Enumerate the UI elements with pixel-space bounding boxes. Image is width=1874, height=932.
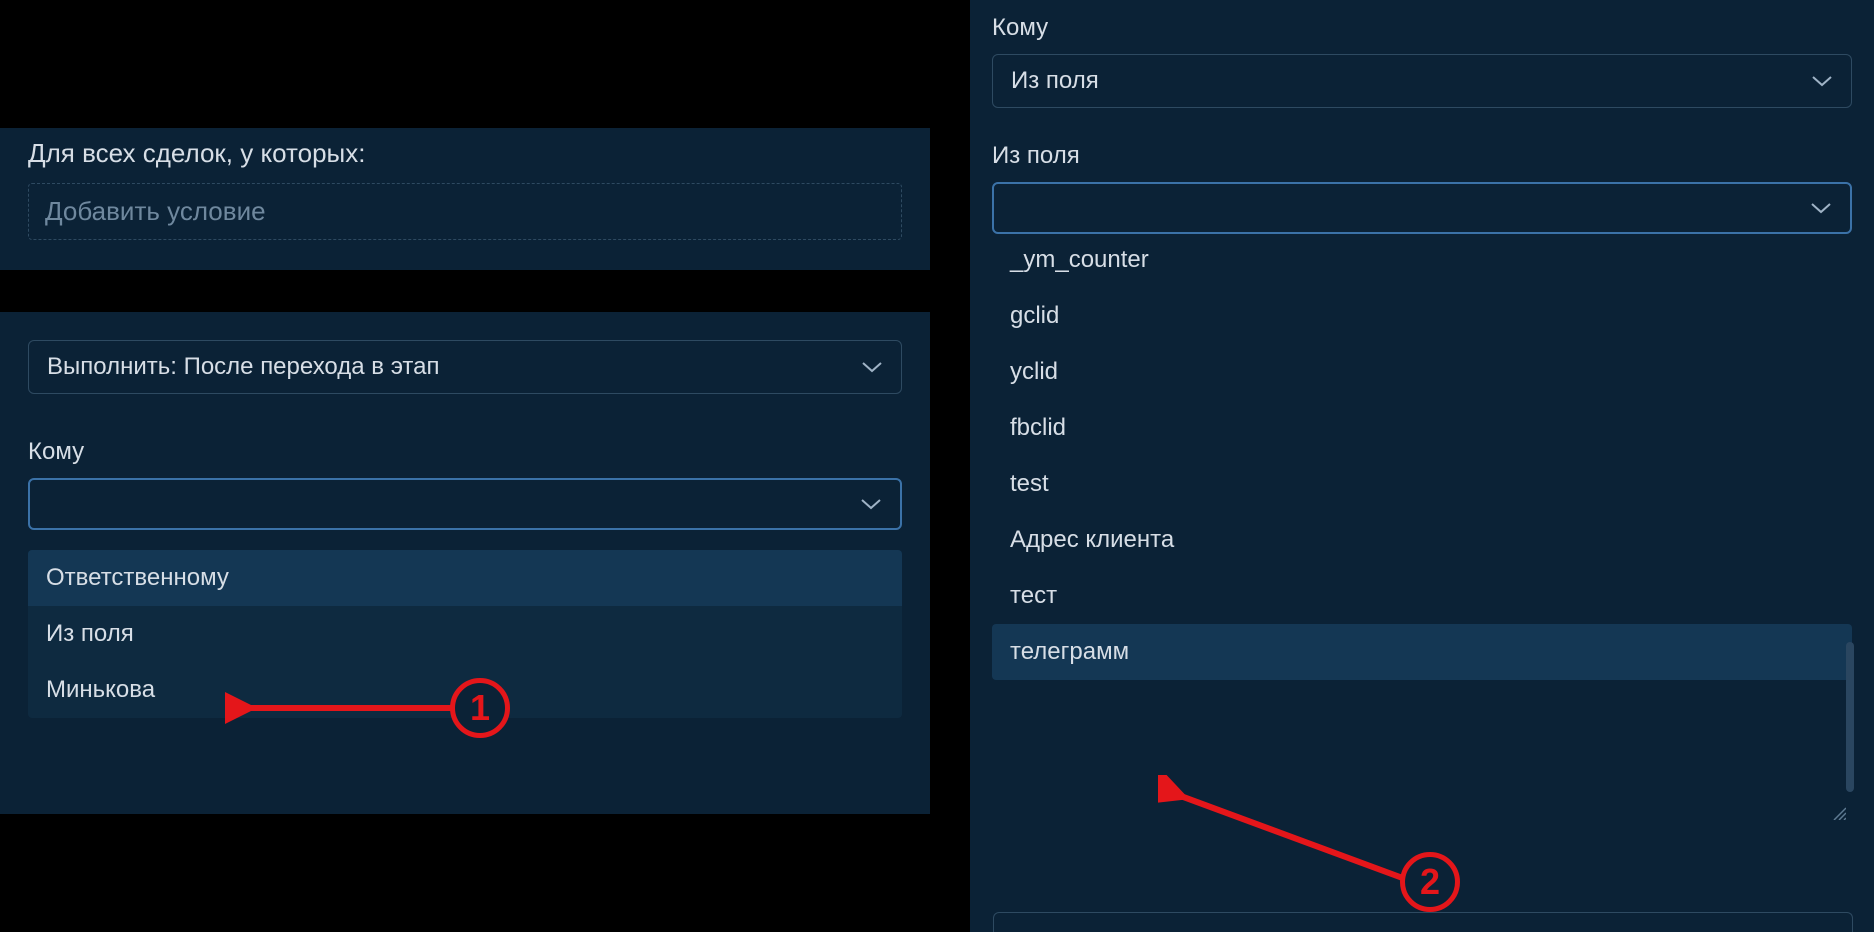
option-from-field[interactable]: Из поля	[28, 606, 902, 662]
from-field-label: Из поля	[992, 142, 1852, 170]
from-field-select[interactable]	[992, 182, 1852, 234]
execute-trigger-value: Выполнить: После перехода в этап	[47, 353, 439, 380]
chevron-down-icon	[1811, 74, 1833, 88]
chevron-down-icon	[860, 497, 882, 511]
field-option-yclid[interactable]: yclid	[992, 344, 1852, 400]
recipient-dropdown: Ответственному Из поля Минькова	[28, 550, 902, 718]
left-config-panel: Для всех сделок, у которых: Добавить усл…	[0, 128, 930, 818]
chevron-down-icon	[861, 360, 883, 374]
recipient-select-right[interactable]: Из поля	[992, 54, 1852, 108]
conditions-header: Для всех сделок, у которых:	[28, 138, 902, 169]
field-option-client-address[interactable]: Адрес клиента	[992, 512, 1852, 568]
field-option-gclid[interactable]: gclid	[992, 288, 1852, 344]
field-option-ym-counter[interactable]: _ym_counter	[992, 242, 1852, 288]
textarea-resize-handle[interactable]	[1830, 804, 1848, 822]
to-label-left: Кому	[28, 438, 902, 466]
execute-trigger-select[interactable]: Выполнить: После перехода в этап	[28, 340, 902, 394]
add-condition-input[interactable]: Добавить условие	[28, 183, 902, 240]
field-option-test2[interactable]: тест	[992, 568, 1852, 624]
masked-header-left	[0, 0, 930, 128]
recipient-select-right-value: Из поля	[1011, 67, 1099, 94]
from-field-dropdown: _ym_counter gclid yclid fbclid test Адре…	[992, 242, 1852, 680]
option-responsible[interactable]: Ответственному	[28, 550, 902, 606]
field-option-test[interactable]: test	[992, 456, 1852, 512]
option-user-minkova[interactable]: Минькова	[28, 662, 902, 718]
next-field-outline	[993, 912, 1853, 932]
recipient-select-left[interactable]	[28, 478, 902, 530]
field-option-telegram[interactable]: телеграмм	[992, 624, 1852, 680]
to-label-right: Кому	[992, 14, 1852, 42]
field-option-fbclid[interactable]: fbclid	[992, 400, 1852, 456]
chevron-down-icon	[1810, 201, 1832, 215]
masked-footer-left	[0, 814, 930, 932]
right-config-panel: Кому Из поля Из поля _ym_counter gclid y…	[970, 0, 1874, 932]
panel-separator	[0, 270, 930, 312]
